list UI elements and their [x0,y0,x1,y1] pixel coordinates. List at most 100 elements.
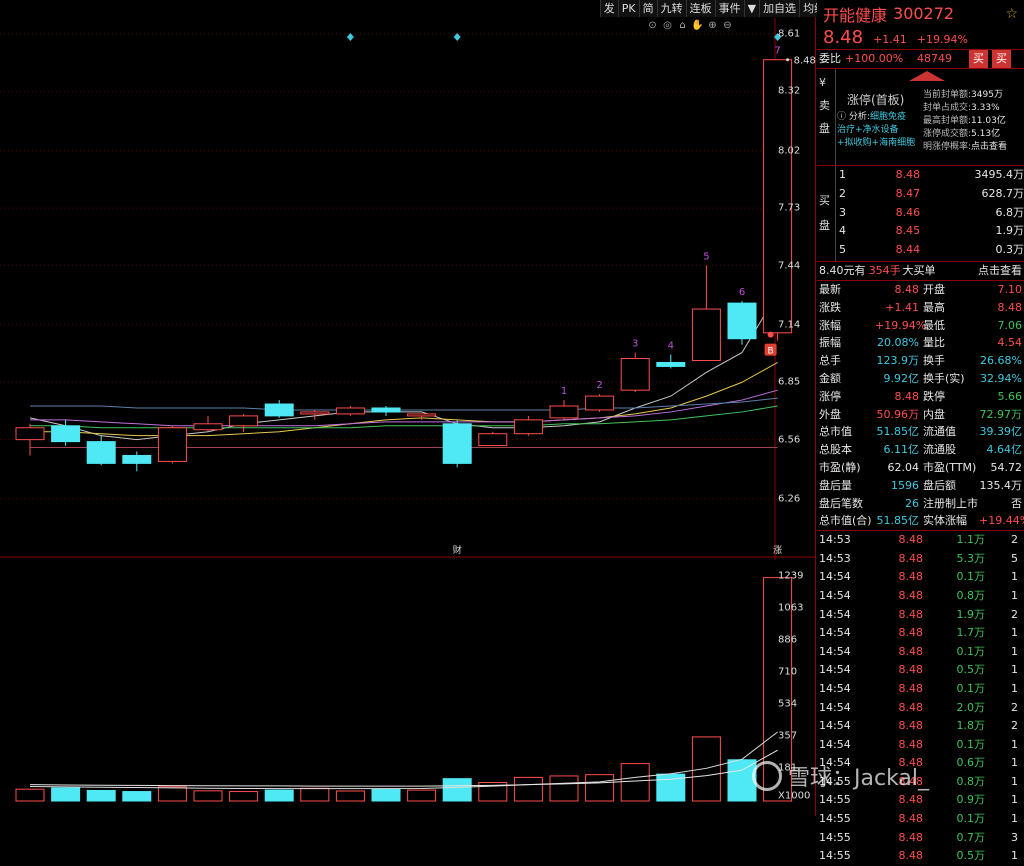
quote-value: 8.48 [894,283,920,296]
quote-value: 51.85亿 [876,514,920,528]
buy-level: 1 [839,168,846,181]
volume-bar[interactable] [264,789,294,802]
trade-count: 1 [1011,849,1018,863]
quote-key: 量比 [923,336,945,350]
volume-bar[interactable] [86,789,116,802]
toolbar-item[interactable]: PK [617,0,639,17]
buy-book-row[interactable]: 3 8.46 6.8万 [835,204,1024,223]
volume-bar[interactable] [335,790,365,802]
price-axis-label: 7.73 [778,202,801,214]
trade-row: 14:55 8.48 0.1万 1 [817,810,1024,829]
buy-price: 8.47 [895,186,921,200]
big-order-type: 大买单 [902,264,936,277]
quote-row: 最新 8.48 开盘 7.10 [817,281,1024,299]
volume-bar[interactable] [513,776,543,802]
analysis-line1[interactable]: 细胞免疫 [870,112,906,122]
buy-price: 8.45 [895,224,921,238]
buy-book-row[interactable]: 2 8.47 628.7万 [835,185,1024,204]
quote-key: 流通股 [923,443,956,457]
buy-book-row[interactable]: 4 8.45 1.9万 [835,222,1024,241]
circle-icon[interactable]: ◎ [661,19,674,32]
home-icon[interactable]: ⌂ [676,19,689,32]
toolbar-item[interactable]: 加自选 [759,0,799,17]
trade-count: 3 [1011,830,1018,844]
star-icon[interactable]: ☆ [1005,6,1018,22]
trade-row: 14:54 8.48 0.5万 1 [817,661,1024,680]
quote-key: 内盘 [923,407,945,421]
volume-bar[interactable] [157,786,187,802]
toolbar-item[interactable]: 事件 [714,0,744,17]
quote-row: 涨幅 +19.94% 最低 7.06 [817,317,1024,335]
volume-chart[interactable] [0,0,816,816]
volume-bar[interactable] [15,788,45,802]
volume-bar[interactable] [407,789,437,802]
trade-time: 14:54 [819,607,851,621]
trade-time: 14:54 [819,700,851,714]
trade-volume: 5.3万 [956,551,986,565]
chart-area[interactable]: 1 2 3 4 5 6 7 8.48 B 财涨 8.61 8.32 8.02 7.73 7.44 7.14 6… [0,0,816,816]
limit-stat-key: 当前封单额: [923,90,972,100]
toolbar-item[interactable]: 发 [599,0,618,17]
volume-bar[interactable] [442,778,472,802]
quote-key: 总市值 [819,425,852,439]
big-order-link[interactable]: 点击查看 [978,262,1022,280]
toolbar-item[interactable]: 连板 [685,0,715,17]
target-icon[interactable]: ⊙ [646,19,659,32]
quote-row: 总手 123.9万 换手 26.68% [817,352,1024,370]
volume-bar[interactable] [620,763,650,802]
quote-key: 开盘 [923,283,945,296]
trade-row: 14:54 8.48 1.9万 2 [817,606,1024,625]
volume-bar[interactable] [691,736,721,802]
quote-row: 振幅 20.08% 量比 4.54 [817,334,1024,352]
hand-icon[interactable]: ✋ [691,19,704,32]
price-change-pct: +19.94% [916,33,968,46]
trade-volume: 0.8万 [956,774,986,788]
quote-sidebar: 开能健康 300272 ☆ 8.48 +1.41 +19.94% 委比 +100… [817,0,1024,862]
trade-count: 1 [1011,756,1018,770]
quote-value: 72.97万 [979,407,1023,421]
volume-bar[interactable] [371,788,401,802]
weibi-buy-button[interactable]: 买 [969,50,988,68]
quote-value: 否 [1011,496,1022,510]
zoom-out-icon[interactable]: ⊖ [721,19,734,32]
quote-value: 62.04 [887,460,920,474]
buy-book-row[interactable]: 1 8.48 3495.4万 [835,166,1024,185]
trade-price: 8.48 [898,551,924,565]
buy-book-row[interactable]: 5 8.44 0.3万 [835,241,1024,260]
volume-bar[interactable] [193,790,223,802]
volume-bar[interactable] [585,774,615,802]
quote-key: 总股本 [819,443,852,457]
volume-bar[interactable] [122,791,152,802]
trade-volume: 1.8万 [956,719,986,733]
volume-bar[interactable] [51,787,81,802]
quote-value: 4.64亿 [986,443,1023,457]
limit-stat-row[interactable]: 明涨停概率:点击查看 [923,141,1007,154]
volume-bar[interactable] [549,775,579,802]
quote-key: 最高 [923,300,945,314]
volume-bar[interactable] [300,787,330,802]
trade-count: 1 [1011,812,1018,826]
trade-count: 2 [1011,533,1018,547]
analysis-line2[interactable]: 治疗+净水设备 [837,124,915,137]
stock-name: 开能健康 [823,5,888,25]
volume-bar[interactable] [229,791,259,802]
toolbar-item[interactable]: 九转 [656,0,686,17]
trade-volume: 0.8万 [956,588,986,602]
toolbar-item[interactable]: 简 [638,0,657,17]
trade-price: 8.48 [898,607,924,621]
trade-count: 1 [1011,626,1018,640]
analysis-line3[interactable]: +拟收购+海南细胞 [837,137,915,150]
limit-stat-key: 涨停成交额: [923,129,972,139]
collapse-arrow-icon[interactable] [909,71,945,81]
quote-key: 市盈(TTM) [923,460,977,474]
weibi-buy-button-2[interactable]: 买 [992,50,1011,68]
buy-rows: 1 8.48 3495.4万 2 8.47 628.7万 3 8.46 6.8万 4 8.45 1.9… [835,166,1024,260]
quote-value: 50.96万 [876,407,920,421]
trade-row: 14:54 8.48 0.1万 1 [817,680,1024,699]
toolbar-item[interactable]: ▼ [743,0,759,17]
price-axis-label: 8.32 [778,85,801,97]
limit-stat-value[interactable]: 点击查看 [971,142,1007,152]
zoom-in-icon[interactable]: ⊕ [706,19,719,32]
trade-price: 8.48 [898,700,924,714]
trade-price: 8.48 [898,533,924,547]
